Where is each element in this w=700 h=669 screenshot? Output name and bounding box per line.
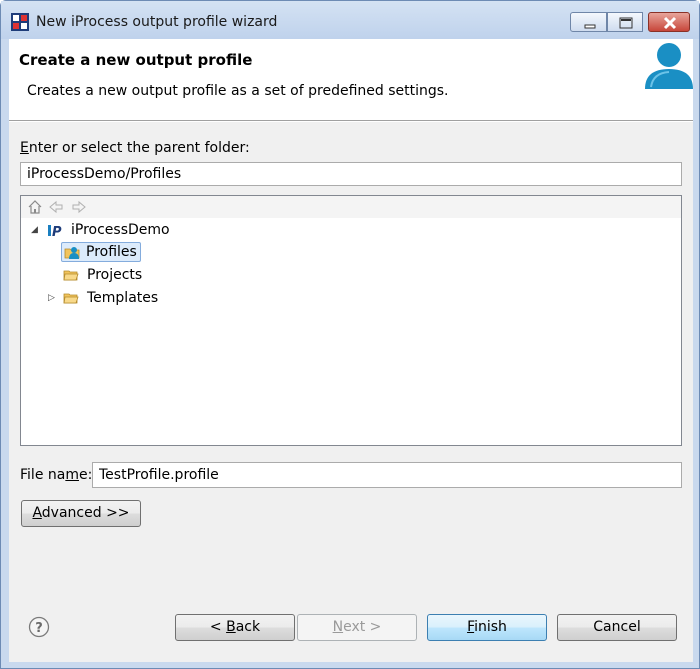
svg-text:P: P: [52, 225, 62, 238]
dialog-content: Create a new output profile Creates a ne…: [9, 39, 693, 662]
close-button[interactable]: [648, 12, 690, 32]
back-arrow-icon[interactable]: [48, 199, 64, 215]
header-description: Creates a new output profile as a set of…: [27, 83, 449, 99]
home-icon[interactable]: [27, 199, 43, 215]
tree-node-label: Projects: [87, 267, 143, 283]
expand-icon[interactable]: ▷: [48, 293, 58, 303]
parent-folder-label: Enter or select the parent folder:: [20, 140, 250, 156]
back-button[interactable]: < Back: [175, 614, 295, 641]
parent-folder-input[interactable]: [20, 162, 682, 186]
close-icon: [663, 16, 677, 30]
maximize-icon: [619, 17, 633, 29]
header-title: Create a new output profile: [19, 51, 253, 69]
window-title: New iProcess output profile wizard: [36, 14, 278, 30]
forward-arrow-icon[interactable]: [71, 199, 87, 215]
help-icon[interactable]: ?: [28, 616, 50, 638]
minimize-button[interactable]: [570, 12, 607, 32]
tree-node-profiles[interactable]: Profiles: [61, 241, 141, 263]
next-button[interactable]: Next >: [297, 614, 417, 641]
finish-button[interactable]: Finish: [427, 614, 547, 641]
tree-node-root[interactable]: ◢ P iProcessDemo: [31, 219, 173, 241]
tree-node-templates[interactable]: ▷ Templates: [48, 287, 161, 309]
maximize-button[interactable]: [607, 12, 643, 32]
app-logo-icon: [11, 13, 29, 31]
file-name-input[interactable]: [92, 462, 682, 488]
profiles-folder-icon: [64, 247, 80, 259]
folder-tree[interactable]: ◢ P iProcessDemo Profiles Projects ▷ Tem…: [20, 195, 682, 446]
folder-icon: [63, 293, 79, 304]
selection-highlight: Profiles: [61, 242, 141, 262]
svg-text:?: ?: [35, 621, 43, 636]
tree-toolbar: [21, 196, 681, 218]
tree-node-label: Profiles: [86, 244, 137, 260]
tree-node-projects[interactable]: Projects: [63, 264, 145, 286]
button-bar: ? < Back Next > Finish Cancel: [9, 599, 693, 662]
wizard-header: Create a new output profile Creates a ne…: [9, 39, 693, 121]
cancel-button[interactable]: Cancel: [557, 614, 677, 641]
tree-node-label: Templates: [87, 290, 159, 306]
user-profile-icon: [645, 43, 693, 89]
minimize-icon: [584, 24, 596, 29]
tree-node-label: iProcessDemo: [71, 222, 170, 238]
advanced-button[interactable]: Advanced >>: [21, 500, 141, 527]
wizard-window: New iProcess output profile wizard Creat…: [0, 0, 700, 669]
project-icon: P: [48, 225, 62, 238]
collapse-icon[interactable]: ◢: [31, 225, 41, 235]
folder-icon: [63, 270, 79, 281]
wizard-body: Enter or select the parent folder: iProc…: [9, 122, 693, 599]
file-name-label: File name:: [20, 467, 93, 483]
title-bar[interactable]: New iProcess output profile wizard: [1, 1, 699, 39]
